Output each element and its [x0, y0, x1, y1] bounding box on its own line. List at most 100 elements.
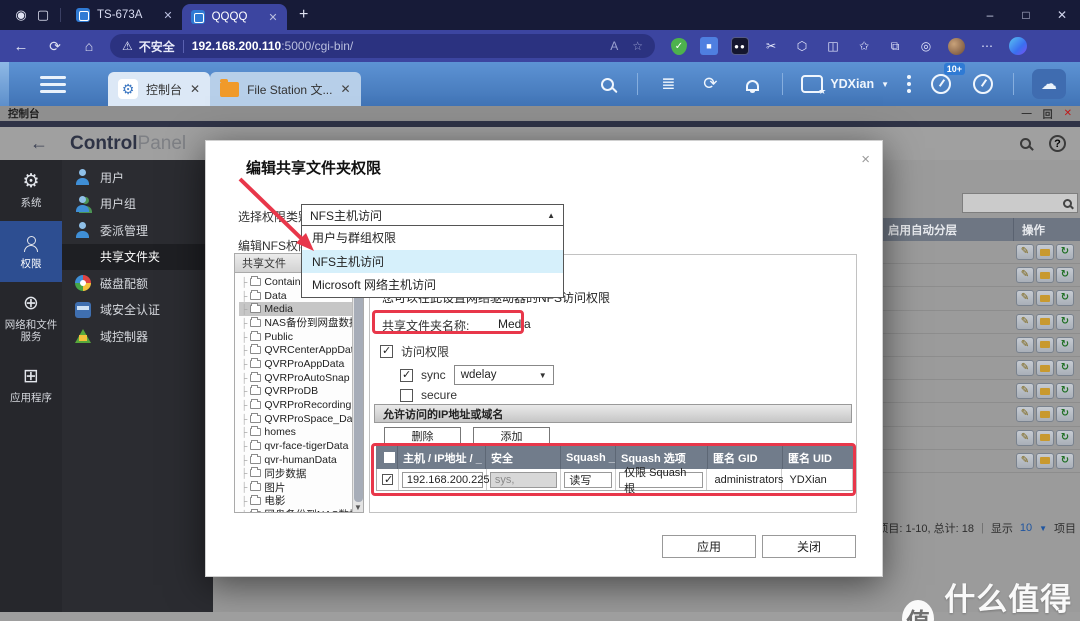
edit-permissions-icon[interactable] [1036, 290, 1054, 307]
security-input[interactable]: sys, [489, 471, 558, 488]
more-options-icon[interactable] [907, 75, 911, 93]
snapshot-sync-icon[interactable]: ↻ [1056, 244, 1074, 261]
browser-tab-ts673a[interactable]: TS-673A ✕ [67, 2, 182, 28]
sidebar-menu-item[interactable]: 用户组 [62, 191, 213, 218]
add-button[interactable]: 添加 [473, 427, 550, 444]
sidebar-menu-item[interactable]: 共享文件夹 [62, 243, 213, 270]
tree-scrollbar[interactable]: ▲ ▼ [352, 273, 363, 512]
workspaces-icon[interactable]: ◉ [10, 4, 32, 26]
dialog-close-icon[interactable]: × [861, 151, 870, 168]
blue-extension-icon[interactable]: ■ [700, 37, 718, 55]
refresh-button[interactable]: ⟳ [44, 35, 66, 57]
edit-permissions-icon[interactable] [1036, 383, 1054, 400]
edit-properties-icon[interactable]: ✎ [1016, 313, 1034, 330]
snapshot-sync-icon[interactable]: ↻ [1056, 360, 1074, 377]
edit-permissions-icon[interactable] [1036, 406, 1054, 423]
dashboard-gauge-icon[interactable] [971, 72, 995, 96]
sidebar-category[interactable]: ⊞ 应用程序 [0, 355, 62, 416]
edit-permissions-icon[interactable] [1036, 244, 1054, 261]
secure-checkbox[interactable] [400, 388, 413, 402]
notices-stack-icon[interactable]: ≣ [656, 72, 680, 96]
sidebar-menu-item[interactable]: 磁盘配额 [62, 270, 213, 297]
window-close-button[interactable]: ✕ [1044, 8, 1080, 22]
anon-gid-value[interactable]: administrators [710, 471, 784, 488]
sidebar-menu-item[interactable]: 域控制器 [62, 323, 213, 350]
snapshot-sync-icon[interactable]: ↻ [1056, 406, 1074, 423]
notification-bell-icon[interactable] [740, 72, 764, 96]
secure-sync-icon[interactable]: ⟳ [698, 72, 722, 96]
favorite-star-icon[interactable]: ☆ [632, 39, 643, 53]
tab-close-icon[interactable]: ✕ [268, 11, 277, 24]
edit-permissions-icon[interactable] [1036, 429, 1054, 446]
rewards-icon[interactable]: ◎ [917, 37, 935, 55]
sidebar-menu-item[interactable]: 域安全认证 [62, 297, 213, 324]
main-menu-icon[interactable] [40, 75, 66, 93]
global-search-icon[interactable] [595, 72, 619, 96]
sidebar-category[interactable]: ⊕ 网络和文件服务 [0, 282, 62, 355]
permission-type-select[interactable]: NFS主机访问 ▲ [301, 204, 564, 226]
delete-button[interactable]: 删除 [384, 427, 461, 444]
snapshot-sync-icon[interactable]: ↻ [1056, 336, 1074, 353]
squash-option-input[interactable]: 仅限 Squash 根_ [619, 467, 704, 495]
sidebar-menu-item[interactable]: 委派管理 [62, 217, 213, 244]
select-all-checkbox[interactable] [383, 452, 395, 463]
qts-tab-close-icon[interactable]: ✕ [190, 82, 200, 96]
folder-search-input[interactable] [962, 193, 1078, 213]
tree-folder-item[interactable]: QVRProDB [239, 385, 363, 399]
page-size-value[interactable]: 10 [1020, 522, 1032, 534]
window-minimize-button[interactable]: – [972, 8, 1008, 22]
tab-close-icon[interactable]: ✕ [163, 9, 172, 22]
shield-extension-icon[interactable]: ✓ [671, 37, 687, 55]
qts-tab-control-panel[interactable]: ⚙ 控制台 ✕ [108, 72, 211, 106]
sync-mode-select[interactable]: wdelay ▼ [453, 365, 554, 385]
snapshot-sync-icon[interactable]: ↻ [1056, 452, 1074, 469]
tree-folder-item[interactable]: QVRProAppData [239, 357, 363, 371]
tab-search-icon[interactable]: ▢ [32, 4, 54, 26]
tree-folder-item[interactable]: 图片 [239, 480, 363, 494]
edit-properties-icon[interactable]: ✎ [1016, 290, 1034, 307]
row-checkbox[interactable] [381, 473, 393, 486]
access-permission-checkbox[interactable] [380, 344, 393, 358]
tree-folder-item[interactable]: 同步数据 [239, 467, 363, 481]
snapshot-sync-icon[interactable]: ↻ [1056, 383, 1074, 400]
option-user-group[interactable]: 用户与群组权限 [302, 226, 563, 250]
option-nfs-host[interactable]: NFS主机访问 [302, 249, 563, 273]
edit-properties-icon[interactable]: ✎ [1016, 452, 1034, 469]
sidebar-menu-item[interactable]: 用户 [62, 164, 213, 191]
app-maximize-button[interactable]: 回 [1043, 106, 1053, 121]
tree-folder-item[interactable]: homes [239, 426, 363, 440]
edit-permissions-icon[interactable] [1036, 360, 1054, 377]
more-menu-icon[interactable]: ⋯ [978, 37, 996, 55]
qts-tab-close-icon[interactable]: ✕ [340, 82, 350, 96]
copy-plus-icon[interactable]: ⧉ [886, 37, 904, 55]
page-size-caret-icon[interactable]: ▼ [1039, 524, 1047, 533]
browser-tab-qqqq[interactable]: QQQQ ✕ [181, 4, 287, 30]
scroll-down-icon[interactable]: ▼ [354, 503, 362, 512]
host-ip-input[interactable]: 192.168.200.225 [401, 471, 489, 488]
tree-folder-item[interactable]: Public [239, 330, 363, 344]
edit-permissions-icon[interactable] [1036, 313, 1054, 330]
tree-folder-item[interactable]: Media [239, 302, 363, 317]
tree-folder-item[interactable]: QVRCenterAppData [239, 343, 363, 357]
myqnapcloud-icon[interactable]: ☁ [1032, 69, 1066, 99]
collections-icon[interactable]: ✩ [855, 37, 873, 55]
edit-permissions-icon[interactable] [1036, 267, 1054, 284]
anon-uid-value[interactable]: YDXian [785, 471, 849, 488]
address-bar[interactable]: ⚠ 不安全 192.168.200.110 :5000/cgi-bin/ A ☆ [110, 34, 655, 58]
split-screen-icon[interactable]: ◫ [824, 37, 842, 55]
profile-avatar-icon[interactable] [948, 37, 965, 55]
help-icon[interactable]: ? [1049, 135, 1066, 152]
edit-properties-icon[interactable]: ✎ [1016, 267, 1034, 284]
snapshot-sync-icon[interactable]: ↻ [1056, 267, 1074, 284]
tree-folder-item[interactable]: QVRProRecording [239, 398, 363, 412]
app-close-button[interactable]: ✕ [1064, 108, 1072, 119]
shape-extension-icon[interactable]: ⬡ [793, 37, 811, 55]
qts-tab-file-station[interactable]: File Station 文... ✕ [210, 72, 361, 106]
new-tab-button[interactable]: + [293, 4, 315, 26]
scissors-extension-icon[interactable]: ✂ [762, 37, 780, 55]
read-aloud-icon[interactable]: A [610, 39, 618, 53]
tree-folder-item[interactable]: 电影 [239, 494, 363, 508]
option-ms-network-host[interactable]: Microsoft 网络主机访问 [302, 273, 563, 297]
tree-folder-item[interactable]: QVRProSpace_DataVol2 [239, 412, 363, 426]
home-button[interactable]: ⌂ [78, 35, 100, 57]
